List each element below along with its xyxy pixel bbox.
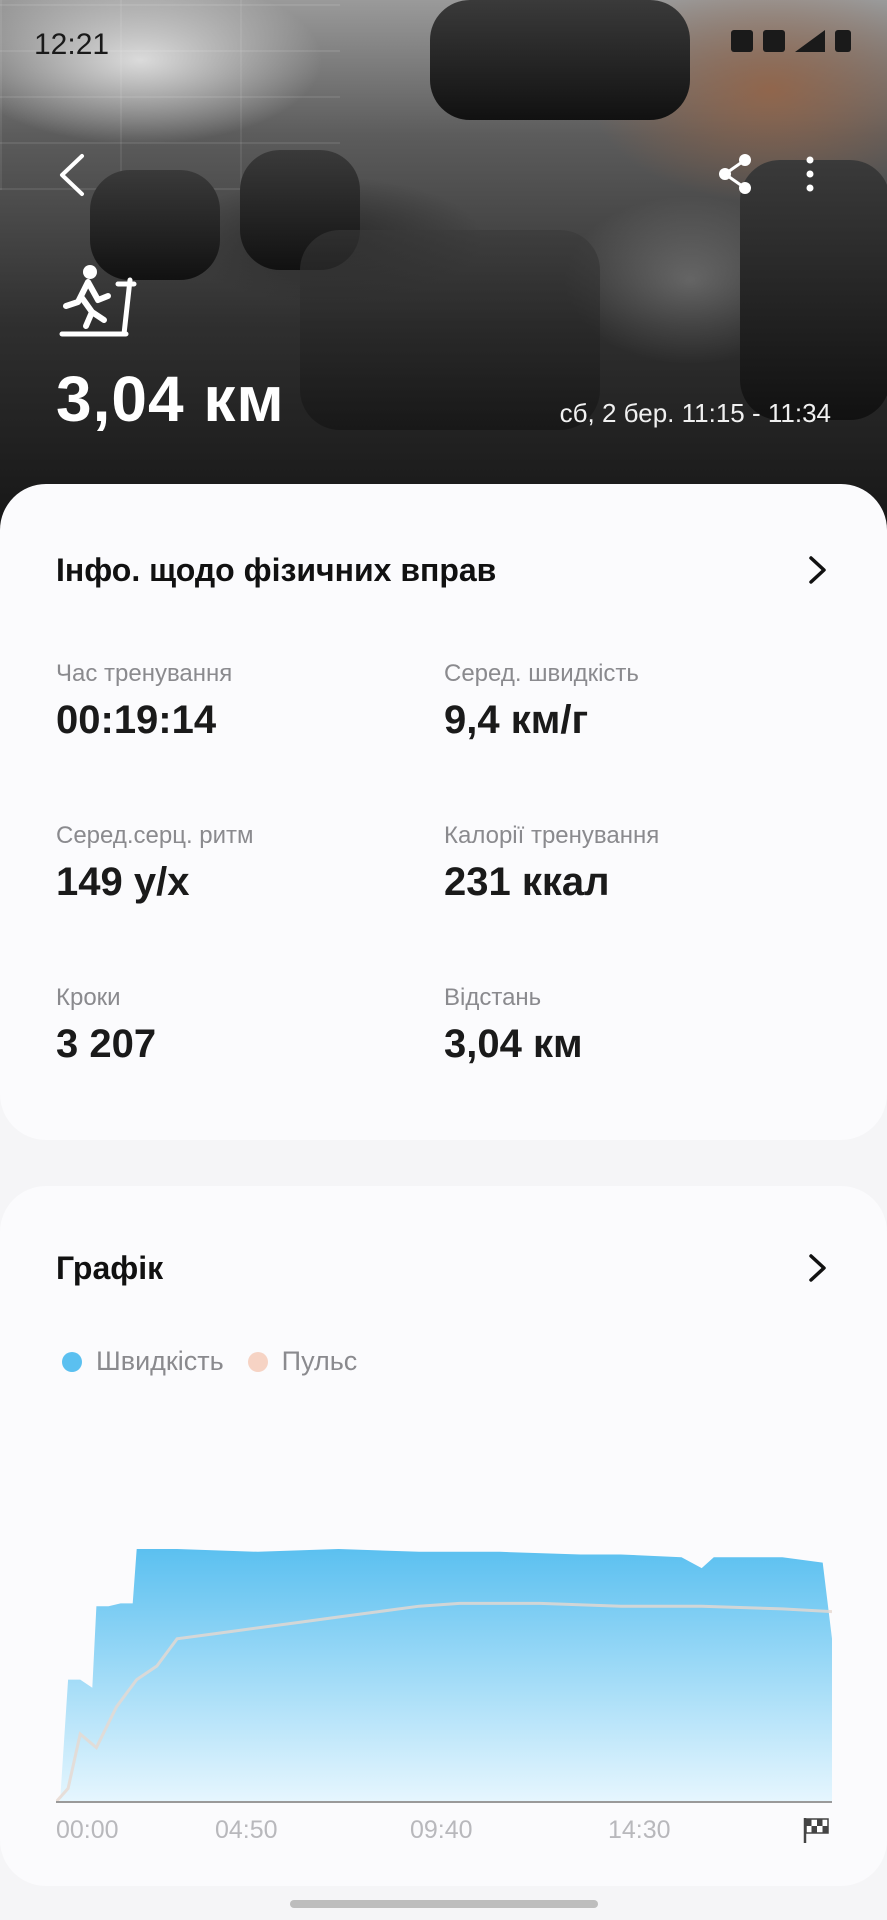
- exercise-info-card[interactable]: Інфо. щодо фізичних вправ Час тренування…: [0, 484, 887, 1140]
- status-time: 12:21: [34, 28, 110, 61]
- metric-value-steps: 3 207: [56, 1022, 157, 1066]
- metric-value-avg-heart-rate: 149 у/х: [56, 860, 190, 904]
- legend-item-speed[interactable]: Швидкість: [62, 1346, 224, 1377]
- vibrate-off-icon: [763, 30, 785, 52]
- chart-legend: Швидкість Пульс: [62, 1346, 381, 1377]
- battery-icon: [835, 30, 851, 52]
- speed-pulse-chart[interactable]: [56, 1500, 832, 1830]
- speed-series-area: [56, 1549, 832, 1802]
- background-dumbbell: [430, 0, 690, 120]
- share-icon[interactable]: [715, 152, 755, 196]
- metric-label-avg-speed: Серед. швидкість: [444, 660, 639, 687]
- metric-value-calories: 231 ккал: [444, 860, 610, 904]
- back-icon[interactable]: [52, 150, 92, 200]
- more-options-icon[interactable]: [800, 152, 820, 196]
- legend-label-pulse: Пульс: [281, 1346, 358, 1376]
- legend-swatch-pulse: [247, 1351, 268, 1372]
- signal-icon: [795, 30, 825, 52]
- legend-swatch-speed: [62, 1351, 82, 1372]
- x-tick-label: 00:00: [56, 1816, 119, 1844]
- workout-datetime: сб, 2 бер. 11:15 - 11:34: [559, 398, 831, 428]
- metric-label-distance: Відстань: [444, 984, 542, 1011]
- metric-label-calories: Калорії тренування: [444, 822, 660, 849]
- chevron-right-icon[interactable]: [807, 1252, 829, 1284]
- chevron-right-icon[interactable]: [807, 554, 829, 586]
- treadmill-icon: [59, 265, 137, 337]
- background-dumbbell: [300, 230, 600, 430]
- metric-value-distance: 3,04 км: [444, 1022, 583, 1066]
- graph-title: Графік: [56, 1250, 164, 1286]
- metric-value-duration: 00:19:14: [56, 698, 217, 742]
- x-tick-label: 14:30: [608, 1816, 671, 1844]
- status-icons: [731, 30, 851, 52]
- legend-item-pulse[interactable]: Пульс: [247, 1346, 358, 1377]
- background-dumbbell: [740, 160, 887, 420]
- metric-value-avg-speed: 9,4 км/г: [444, 698, 589, 742]
- mute-icon: [731, 30, 753, 52]
- home-indicator[interactable]: [290, 1900, 598, 1908]
- checkered-flag-icon: [803, 1818, 829, 1843]
- exercise-info-title: Інфо. щодо фізичних вправ: [56, 552, 497, 588]
- hero-distance: 3,04 км: [56, 363, 285, 435]
- x-tick-label: 04:50: [215, 1816, 278, 1844]
- x-tick-label: 09:40: [410, 1816, 473, 1844]
- metric-label-duration: Час тренування: [56, 660, 233, 687]
- metric-label-avg-heart-rate: Серед.серц. ритм: [56, 822, 254, 849]
- metric-label-steps: Кроки: [56, 984, 121, 1011]
- legend-label-speed: Швидкість: [96, 1346, 224, 1376]
